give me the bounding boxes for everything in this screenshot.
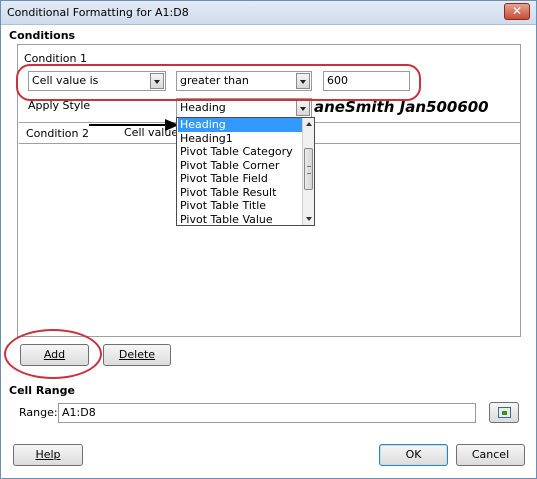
condition1-highlight [16, 64, 421, 101]
range-label: Range: [19, 406, 58, 419]
range-input[interactable]: A1:D8 [58, 403, 476, 423]
dropdown-item-heading1[interactable]: Heading1 [178, 132, 302, 146]
shrink-range-button[interactable] [489, 402, 519, 423]
style-preview: aneSmith Jan500600 [314, 98, 489, 116]
conditional-formatting-dialog: Conditional Formatting for A1:D8 ✕ Condi… [0, 0, 537, 479]
select-range-icon [498, 407, 511, 418]
apply-style-value: Heading [180, 101, 226, 114]
dropdown-item-pivot-table-corner[interactable]: Pivot Table Corner [178, 159, 302, 173]
help-button-label: Help [35, 448, 61, 461]
dropdown-item-pivot-table-title[interactable]: Pivot Table Title [178, 199, 302, 213]
chevron-down-icon[interactable] [296, 100, 310, 116]
scroll-thumb[interactable] [304, 148, 313, 190]
dropdown-item-pivot-table-category[interactable]: Pivot Table Category [178, 145, 302, 159]
add-button-label: Add [43, 348, 66, 361]
conditions-section-label: Conditions [9, 29, 76, 42]
dropdown-scrollbar[interactable] [302, 118, 314, 225]
window-title: Conditional Formatting for A1:D8 [7, 6, 189, 19]
ok-button[interactable]: OK [379, 444, 448, 466]
dropdown-item-pivot-table-result[interactable]: Pivot Table Result [178, 186, 302, 200]
delete-button-label: Delete [118, 348, 156, 361]
help-button[interactable]: Help [13, 444, 83, 466]
arrow-icon [89, 119, 179, 131]
condition2-label: Condition 2 [26, 127, 89, 140]
cancel-button[interactable]: Cancel [456, 444, 525, 466]
scroll-up-icon[interactable] [306, 122, 312, 126]
scroll-down-icon[interactable] [306, 217, 312, 221]
add-button[interactable]: Add [20, 344, 89, 366]
apply-style-select[interactable]: Heading [176, 98, 312, 118]
dropdown-item-pivot-table-field[interactable]: Pivot Table Field [178, 172, 302, 186]
delete-button[interactable]: Delete [103, 344, 171, 366]
style-dropdown-list[interactable]: Heading Heading1 Pivot Table Category Pi… [176, 117, 315, 226]
dropdown-item-pivot-table-value[interactable]: Pivot Table Value [178, 213, 302, 227]
dropdown-item-heading[interactable]: Heading [178, 118, 302, 132]
title-bar: Conditional Formatting for A1:D8 ✕ [1, 1, 536, 25]
cell-range-section-label: Cell Range [9, 384, 75, 397]
close-button[interactable]: ✕ [504, 3, 530, 20]
